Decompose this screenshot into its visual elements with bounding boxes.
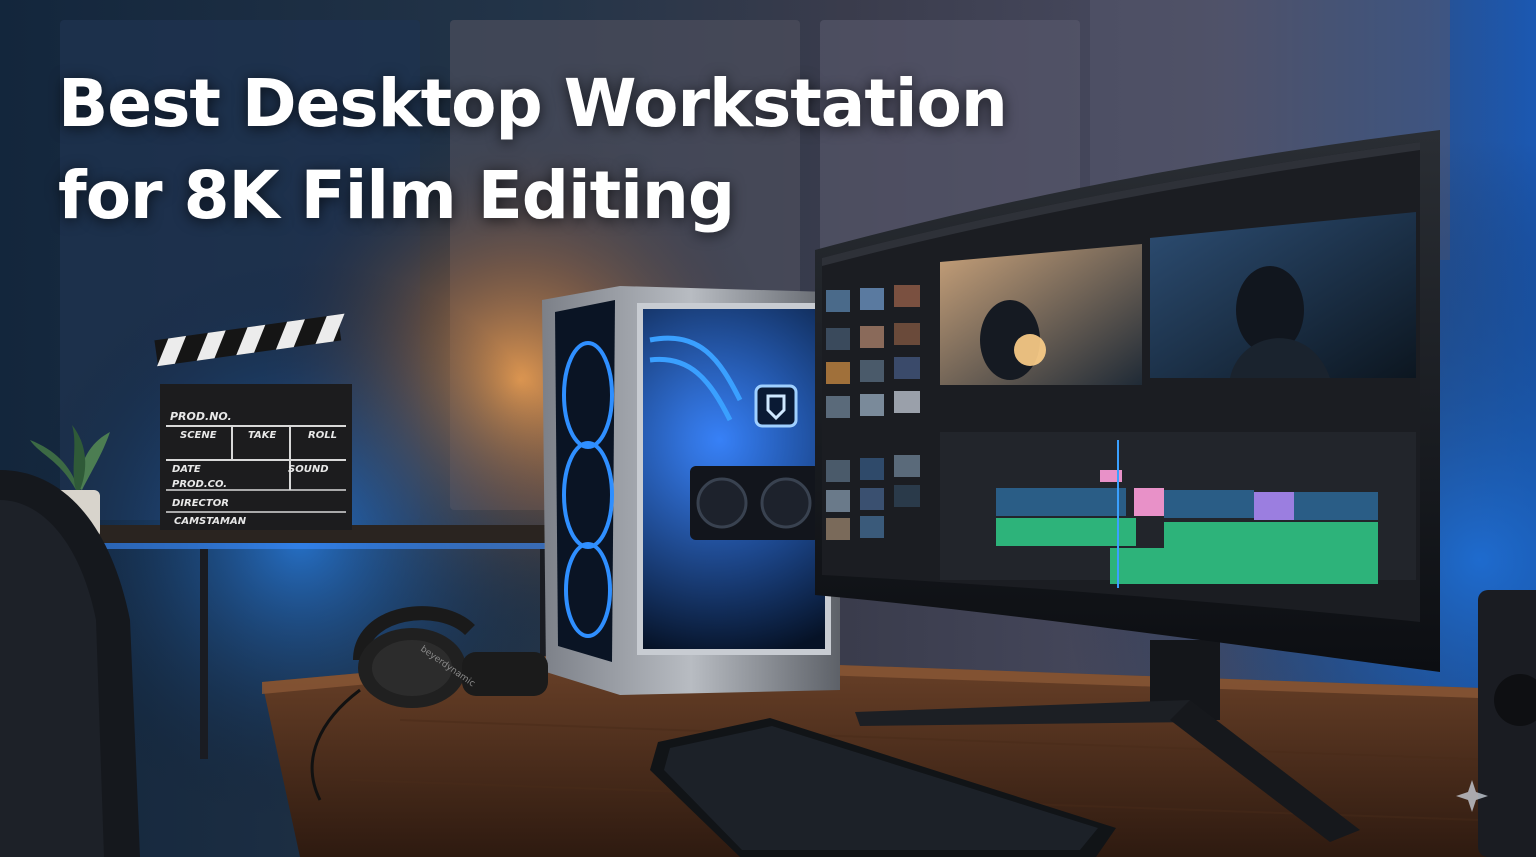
slate-label-prod-co: PROD.CO.: [172, 479, 227, 490]
program-viewer: [1150, 212, 1416, 378]
slate-label-scene: SCENE: [180, 430, 217, 441]
pc-tower: [542, 286, 840, 695]
gpu: [690, 466, 820, 540]
speaker: [1478, 590, 1536, 857]
slate-label-camstaman: CAMSTAMAN: [174, 516, 247, 527]
headline-line-2: for 8K Film Editing: [58, 157, 735, 234]
source-viewer: [940, 244, 1142, 385]
slate-label-roll: ROLL: [308, 430, 337, 441]
slate-label-prod-no: PROD.NO.: [170, 410, 232, 423]
slate-label-date: DATE: [172, 464, 201, 475]
slate-label-sound: SOUND: [288, 464, 329, 475]
cpu-cooler-logo: [754, 384, 798, 428]
slate-label-director: DIRECTOR: [172, 498, 229, 509]
slate-label-take: TAKE: [248, 430, 277, 441]
timeline: [940, 432, 1416, 588]
headline-line-1: Best Desktop Workstation: [58, 65, 1008, 142]
workstation-scene: PROD.NO. SCENE TAKE ROLL DATE SOUND PROD…: [0, 0, 1536, 857]
headline: Best Desktop Workstation for 8K Film Edi…: [58, 58, 1008, 242]
